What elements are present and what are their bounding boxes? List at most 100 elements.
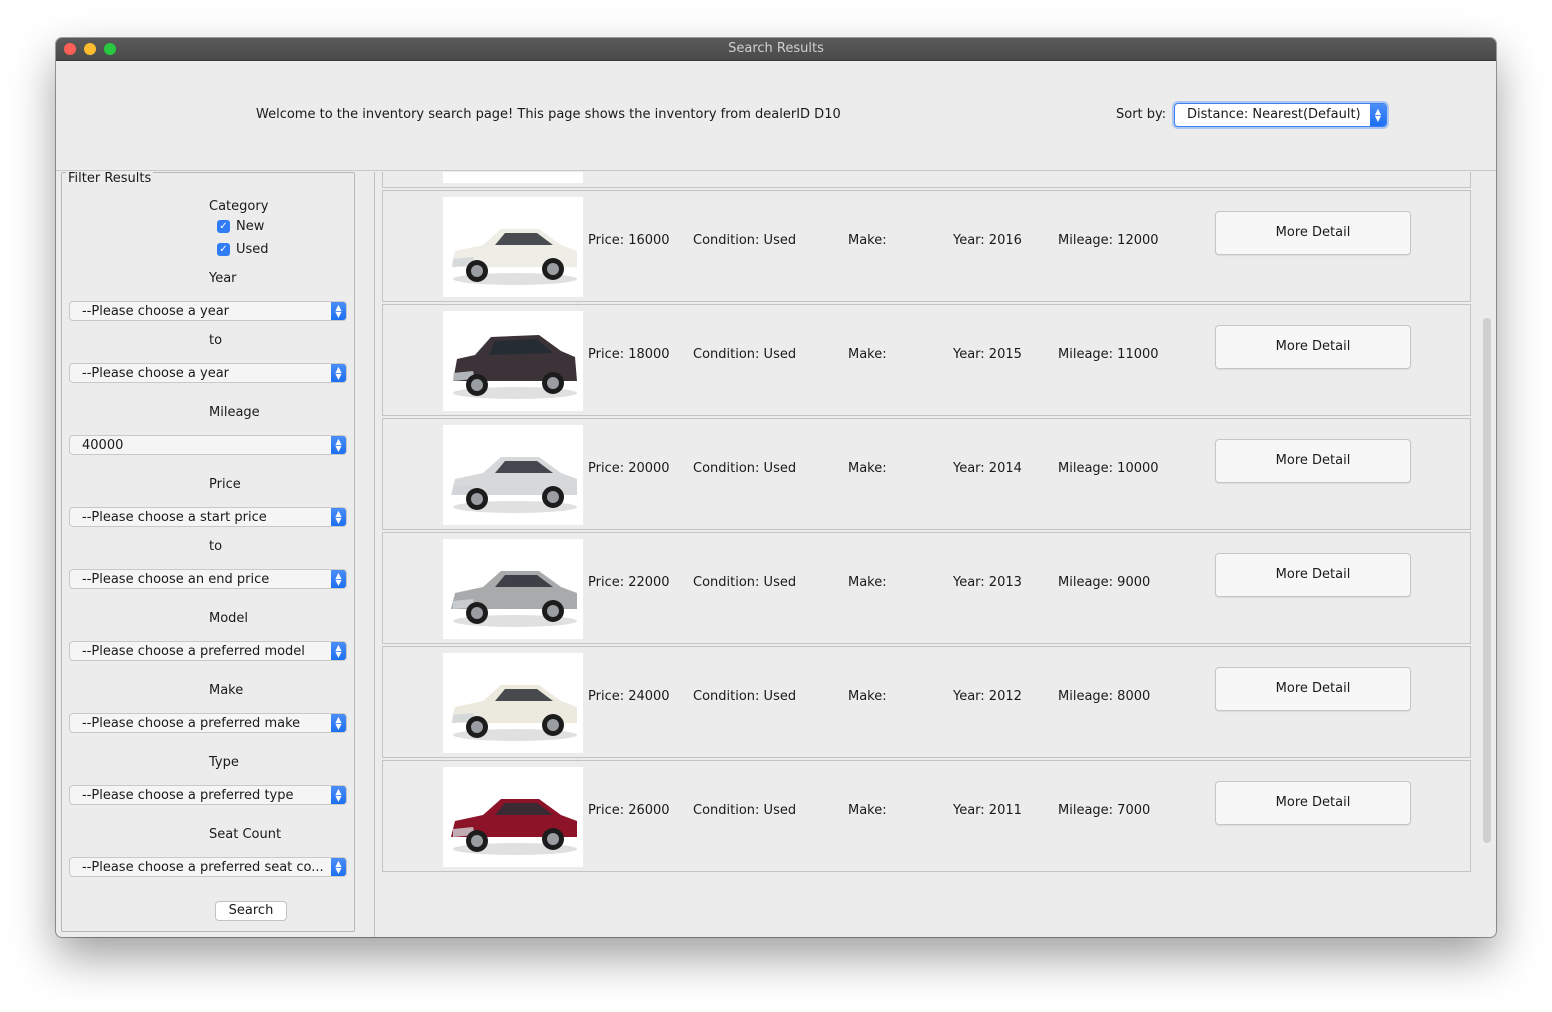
price-text: Price: 26000 [588, 803, 670, 818]
title-bar[interactable]: Search Results [56, 38, 1496, 61]
checkmark-icon: ✓ [217, 220, 230, 233]
more-detail-button[interactable]: More Detail [1215, 325, 1411, 369]
header-divider [56, 170, 1496, 171]
year-text: Year: 2012 [953, 689, 1022, 704]
filter-legend: Filter Results [66, 171, 154, 186]
more-detail-button[interactable]: More Detail [1215, 781, 1411, 825]
car-photo [443, 197, 583, 297]
sort-select[interactable]: Distance: Nearest(Default) ▲ ▼ [1174, 103, 1387, 127]
car-photo [443, 539, 583, 639]
make-text: Make: [848, 461, 887, 476]
mileage-text: Mileage: 8000 [1058, 689, 1151, 704]
more-detail-button[interactable]: More Detail [1215, 667, 1411, 711]
car-photo [443, 311, 583, 411]
select-arrows-icon: ▲ ▼ [331, 508, 346, 526]
price-text: Price: 16000 [588, 233, 670, 248]
price-end-value: --Please choose an end price [82, 572, 270, 587]
mileage-text: Mileage: 12000 [1058, 233, 1159, 248]
select-arrows-icon: ▲ ▼ [1370, 104, 1386, 126]
make-select[interactable]: --Please choose a preferred make ▲ ▼ [69, 713, 347, 733]
new-checkbox[interactable]: ✓ New [217, 219, 264, 234]
mileage-select[interactable]: 40000 ▲ ▼ [69, 435, 347, 455]
seat-count-label: Seat Count [209, 827, 282, 842]
mileage-label: Mileage [209, 405, 260, 420]
condition-text: Condition: Used [693, 575, 797, 590]
price-start-value: --Please choose a start price [82, 510, 267, 525]
year-to-value: --Please choose a year [82, 366, 229, 381]
window-title: Search Results [728, 41, 824, 56]
used-checkbox-label: Used [236, 242, 269, 257]
year-from-select[interactable]: --Please choose a year ▲ ▼ [69, 301, 347, 321]
select-arrows-icon: ▲ ▼ [331, 436, 346, 454]
more-detail-button[interactable]: More Detail [1215, 439, 1411, 483]
price-text: Price: 22000 [588, 575, 670, 590]
car-photo [443, 172, 583, 183]
sort-label: Sort by: [1116, 107, 1167, 122]
filter-panel: Filter Results Category ✓ New ✓ Used Yea… [61, 171, 355, 932]
price-end-select[interactable]: --Please choose an end price ▲ ▼ [69, 569, 347, 589]
year-from-value: --Please choose a year [82, 304, 229, 319]
split-pane-divider[interactable] [374, 172, 375, 937]
price-text: Price: 24000 [588, 689, 670, 704]
mileage-text: Mileage: 7000 [1058, 803, 1151, 818]
make-text: Make: [848, 803, 887, 818]
condition-text: Condition: Used [693, 233, 797, 248]
price-to-label: to [209, 539, 223, 554]
price-text: Price: 18000 [588, 347, 670, 362]
seat-count-value: --Please choose a preferred seat co... [82, 860, 324, 875]
year-to-label: to [209, 333, 223, 348]
select-arrows-icon: ▲ ▼ [331, 570, 346, 588]
sort-select-value: Distance: Nearest(Default) [1187, 107, 1361, 122]
condition-text: Condition: Used [693, 347, 797, 362]
result-row: Price: 26000 Condition: Used Make: Year: 20… [382, 760, 1471, 872]
price-label: Price [209, 477, 241, 492]
type-value: --Please choose a preferred type [82, 788, 294, 803]
make-text: Make: [848, 347, 887, 362]
car-photo [443, 653, 583, 753]
results-list[interactable]: Price: 14000Condition: UsedMake:Year: 20… [382, 172, 1473, 937]
welcome-text: Welcome to the inventory search page! Th… [256, 107, 841, 122]
used-checkbox[interactable]: ✓ Used [217, 242, 269, 257]
make-label: Make [209, 683, 244, 698]
more-detail-button[interactable]: More Detail [1215, 553, 1411, 597]
make-text: Make: [848, 689, 887, 704]
year-text: Year: 2011 [953, 803, 1022, 818]
search-button[interactable]: Search [215, 901, 287, 921]
type-label: Type [209, 755, 239, 770]
condition-text: Condition: Used [693, 689, 797, 704]
year-label: Year [209, 271, 237, 286]
result-row: Price: 20000 Condition: Used Make: Year: 20… [382, 418, 1471, 530]
model-value: --Please choose a preferred model [82, 644, 305, 659]
header: Welcome to the inventory search page! Th… [56, 60, 1496, 170]
select-arrows-icon: ▲ ▼ [331, 714, 346, 732]
mileage-value: 40000 [82, 438, 124, 453]
model-label: Model [209, 611, 249, 626]
model-select[interactable]: --Please choose a preferred model ▲ ▼ [69, 641, 347, 661]
price-start-select[interactable]: --Please choose a start price ▲ ▼ [69, 507, 347, 527]
result-row: Price: 18000 Condition: Used Make: Year: 20… [382, 304, 1471, 416]
result-row: Price: 22000 Condition: Used Make: Year: 20… [382, 532, 1471, 644]
checkmark-icon: ✓ [217, 243, 230, 256]
car-photo [443, 425, 583, 525]
result-row: Price: 24000 Condition: Used Make: Year: 20… [382, 646, 1471, 758]
year-to-select[interactable]: --Please choose a year ▲ ▼ [69, 363, 347, 383]
select-arrows-icon: ▲ ▼ [331, 642, 346, 660]
make-value: --Please choose a preferred make [82, 716, 301, 731]
mileage-text: Mileage: 11000 [1058, 347, 1159, 362]
price-text: Price: 20000 [588, 461, 670, 476]
select-arrows-icon: ▲ ▼ [331, 302, 346, 320]
mileage-text: Mileage: 10000 [1058, 461, 1159, 476]
results-scrollbar[interactable] [1483, 318, 1491, 843]
result-row: Price: 14000Condition: UsedMake:Year: 20… [382, 172, 1471, 188]
more-detail-button[interactable]: More Detail [1215, 211, 1411, 255]
select-arrows-icon: ▲ ▼ [331, 858, 346, 876]
category-label: Category [209, 199, 269, 214]
mileage-text: Mileage: 9000 [1058, 575, 1151, 590]
year-text: Year: 2014 [953, 461, 1022, 476]
type-select[interactable]: --Please choose a preferred type ▲ ▼ [69, 785, 347, 805]
year-text: Year: 2015 [953, 347, 1022, 362]
seat-count-select[interactable]: --Please choose a preferred seat co... ▲… [69, 857, 347, 877]
condition-text: Condition: Used [693, 461, 797, 476]
search-results-window: Search Results Welcome to the inventory … [56, 38, 1496, 937]
new-checkbox-label: New [236, 219, 265, 234]
